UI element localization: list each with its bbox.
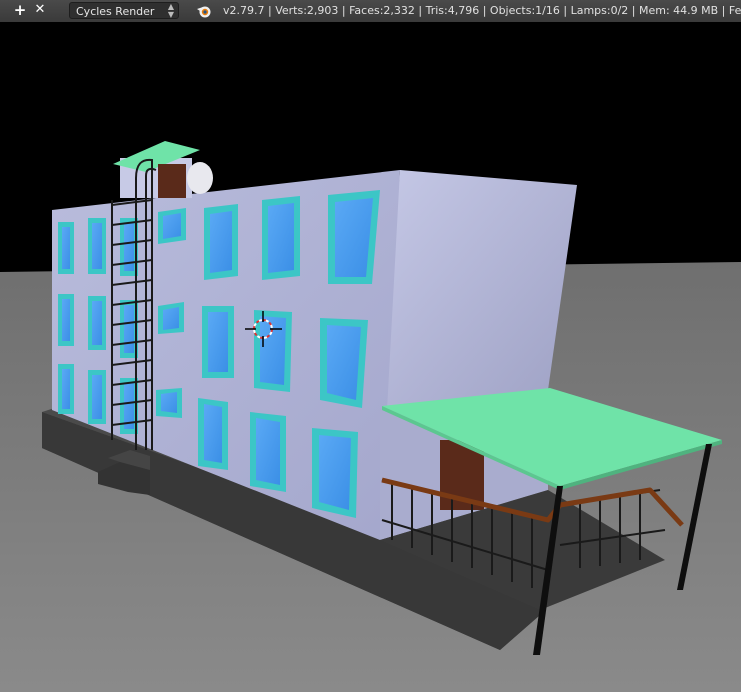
- scene-statistics: v2.79.7 | Verts:2,903 | Faces:2,332 | Tr…: [223, 4, 741, 17]
- roof-door: [158, 164, 186, 198]
- building-side-wall: [380, 170, 577, 410]
- info-header: + ✕ Cycles Render ▲ ▼ v2.79.7 | Verts:2,9…: [0, 0, 741, 23]
- water-tank: [187, 162, 213, 194]
- 3d-viewport[interactable]: [0, 22, 741, 692]
- chevron-updown-icon: ▲ ▼: [167, 2, 174, 19]
- close-icon[interactable]: ✕: [31, 2, 49, 19]
- windows-left: [58, 218, 138, 434]
- render-engine-dropdown[interactable]: Cycles Render ▲ ▼: [69, 2, 179, 19]
- blender-logo-icon: [197, 6, 211, 18]
- add-icon[interactable]: +: [11, 2, 29, 19]
- render-engine-label: Cycles Render: [76, 5, 155, 18]
